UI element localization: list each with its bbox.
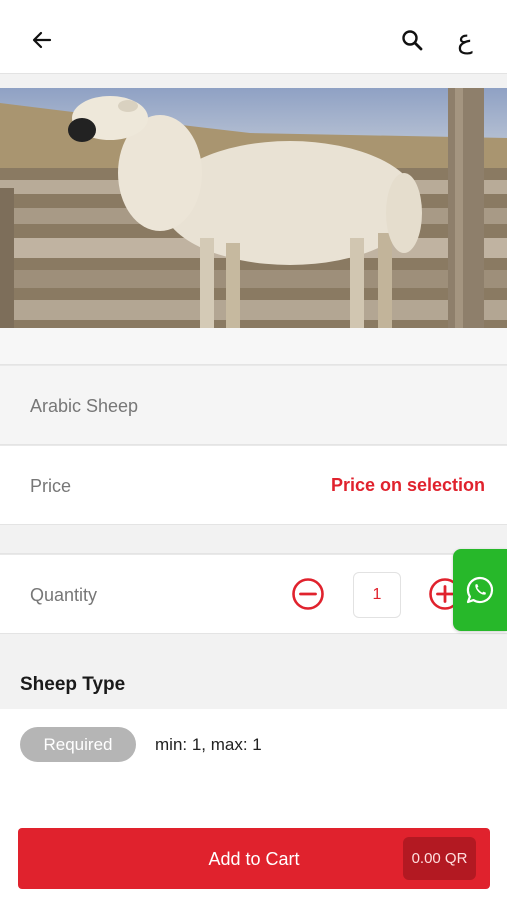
quantity-row: Quantity 1 bbox=[0, 554, 507, 634]
search-icon bbox=[402, 30, 423, 51]
quantity-input[interactable]: 1 bbox=[353, 572, 401, 618]
back-button[interactable] bbox=[26, 24, 58, 56]
spacer-band bbox=[0, 525, 507, 554]
search-button[interactable] bbox=[396, 24, 428, 56]
price-value: Price on selection bbox=[330, 475, 485, 495]
price-row: Price Price on selection bbox=[0, 445, 507, 525]
decrease-quantity-button[interactable] bbox=[291, 577, 325, 611]
add-to-cart-button[interactable]: Add to Cart 0.00 QR bbox=[18, 828, 490, 889]
spacer-band bbox=[0, 328, 507, 365]
top-bar: ع bbox=[0, 0, 507, 74]
product-image bbox=[0, 88, 507, 328]
required-badge: Required bbox=[20, 727, 136, 762]
options-section-title: Sheep Type bbox=[20, 674, 126, 695]
selection-constraint: min: 1, max: 1 bbox=[155, 735, 262, 754]
product-name-row: Arabic Sheep bbox=[0, 365, 507, 445]
price-label: Price bbox=[30, 476, 72, 496]
quantity-label: Quantity bbox=[30, 585, 98, 605]
whatsapp-icon bbox=[466, 576, 494, 604]
whatsapp-button[interactable] bbox=[453, 549, 507, 631]
arrow-left-icon bbox=[32, 31, 52, 49]
language-toggle-button[interactable]: ع bbox=[448, 20, 482, 60]
cart-total: 0.00 QR bbox=[403, 837, 476, 880]
product-name: Arabic Sheep bbox=[30, 396, 139, 416]
minus-circle-icon bbox=[292, 578, 324, 610]
